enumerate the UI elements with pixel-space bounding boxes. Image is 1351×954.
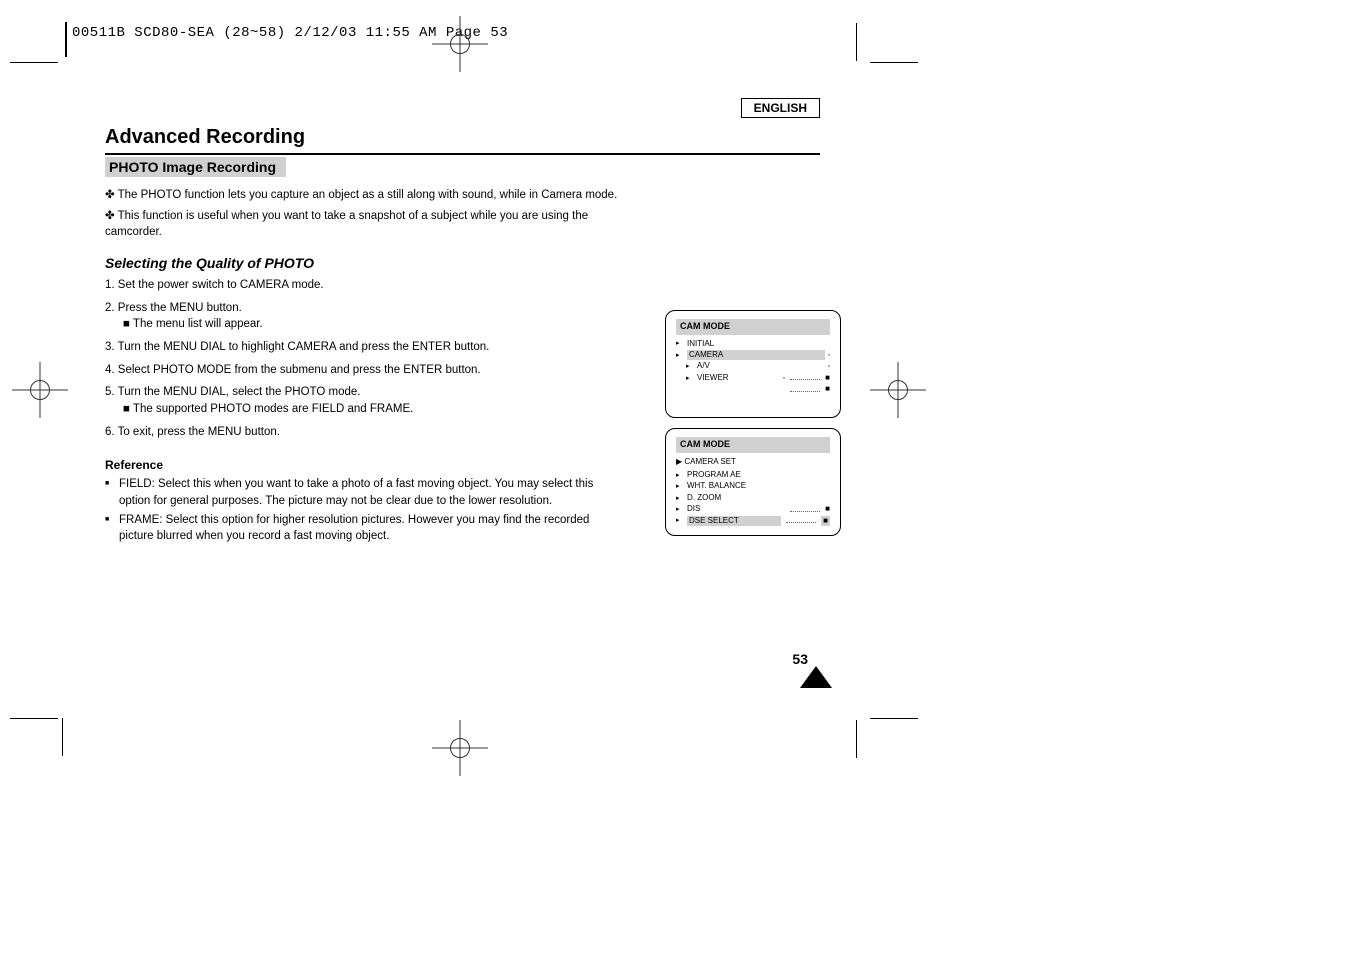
reference-item: FRAME: Select this option for higher res… bbox=[105, 512, 625, 545]
reference-item: FIELD: Select this when you want to take… bbox=[105, 476, 625, 509]
crop-mark bbox=[856, 23, 857, 61]
osd-row-label: DIS bbox=[687, 504, 785, 514]
osd-row-label: CAMERA bbox=[687, 350, 825, 360]
crop-mark bbox=[62, 718, 63, 756]
feature-title: Selecting the Quality of PHOTO bbox=[105, 255, 820, 271]
osd-row-value: ■ bbox=[825, 373, 830, 383]
crop-mark bbox=[870, 62, 918, 63]
osd-row-label: WHT. BALANCE bbox=[687, 481, 830, 491]
osd-panel-header: CAM MODE bbox=[676, 319, 830, 335]
osd-row-value: ■ bbox=[825, 504, 830, 514]
registration-mark-icon bbox=[12, 362, 68, 418]
subsection-title: PHOTO Image Recording bbox=[105, 157, 286, 177]
step-note: ■ The menu list will appear. bbox=[105, 316, 610, 333]
osd-row-value: ■ bbox=[821, 516, 830, 526]
step-item: 3. Turn the MENU DIAL to highlight CAMER… bbox=[105, 339, 610, 356]
osd-row-label: PROGRAM AE bbox=[687, 470, 830, 480]
intro-list: ✤ The PHOTO function lets you capture an… bbox=[105, 187, 625, 241]
step-item: 5. Turn the MENU DIAL, select the PHOTO … bbox=[105, 384, 610, 417]
osd-panel-1: CAM MODE ▸INITIAL ▸CAMERA ◦ ▸A/V◦ ▸VIEWE… bbox=[665, 310, 841, 418]
crop-mark bbox=[856, 720, 857, 758]
osd-row-value: ■ bbox=[825, 384, 830, 394]
pointer-icon: ▸ bbox=[676, 505, 684, 514]
pointer-icon: ▸ bbox=[676, 482, 684, 491]
step-item: 1. Set the power switch to CAMERA mode. bbox=[105, 277, 610, 294]
pointer-icon: ▸ bbox=[686, 362, 694, 371]
crop-mark bbox=[10, 718, 58, 719]
pointer-icon: ▸ bbox=[676, 339, 684, 348]
pointer-icon: ▸ bbox=[676, 494, 684, 503]
page-corner-icon bbox=[800, 666, 832, 688]
reference-list: FIELD: Select this when you want to take… bbox=[105, 476, 625, 545]
osd-panel-header: CAM MODE bbox=[676, 437, 830, 453]
step-item: 4. Select PHOTO MODE from the submenu an… bbox=[105, 362, 610, 379]
registration-mark-icon bbox=[432, 720, 488, 776]
step-note: ■ The supported PHOTO modes are FIELD an… bbox=[105, 401, 610, 418]
language-label: ENGLISH bbox=[741, 98, 820, 118]
registration-mark-icon bbox=[432, 16, 488, 72]
registration-mark-icon bbox=[870, 362, 926, 418]
crop-mark bbox=[870, 718, 918, 719]
crop-mark bbox=[10, 62, 58, 63]
osd-row-label: D. ZOOM bbox=[687, 493, 830, 503]
step-item: 2. Press the MENU button. ■ The menu lis… bbox=[105, 300, 610, 333]
pointer-icon: ▸ bbox=[676, 351, 684, 360]
intro-item: ✤ The PHOTO function lets you capture an… bbox=[105, 187, 625, 204]
step-item: 6. To exit, press the MENU button. bbox=[105, 424, 610, 441]
pointer-icon: ▸ bbox=[686, 374, 694, 383]
osd-row-label: VIEWER bbox=[697, 373, 780, 383]
steps-list: 1. Set the power switch to CAMERA mode. … bbox=[105, 277, 610, 440]
pointer-icon: ▸ bbox=[676, 471, 684, 480]
osd-row-label: DSE SELECT bbox=[687, 516, 781, 526]
osd-row-label: INITIAL bbox=[687, 339, 830, 349]
page-number: 53 bbox=[792, 651, 808, 667]
pointer-icon: ▸ bbox=[676, 516, 684, 525]
osd-subheader: ▶ CAMERA SET bbox=[676, 457, 830, 467]
section-title: Advanced Recording bbox=[105, 126, 820, 155]
osd-row-label: A/V bbox=[697, 361, 825, 371]
intro-item: ✤ This function is useful when you want … bbox=[105, 208, 625, 241]
osd-panel-2: CAM MODE ▶ CAMERA SET ▸PROGRAM AE ▸WHT. … bbox=[665, 428, 841, 536]
